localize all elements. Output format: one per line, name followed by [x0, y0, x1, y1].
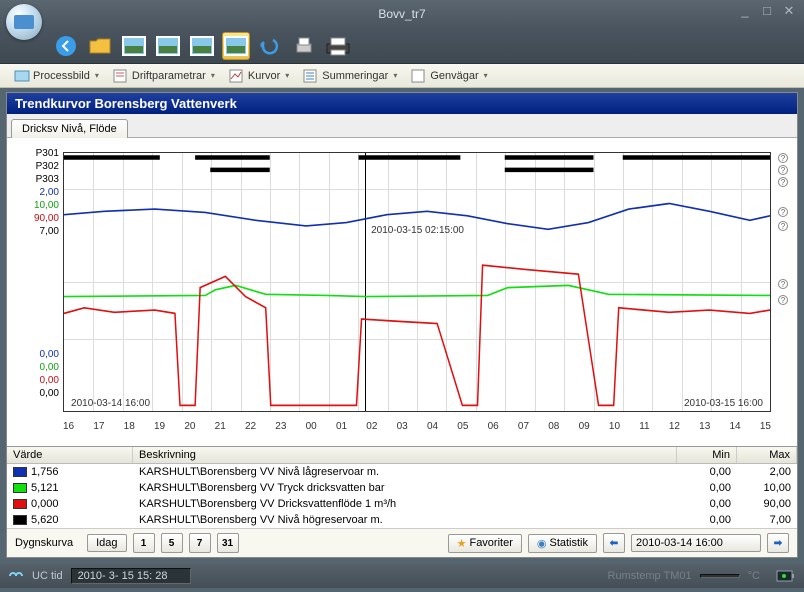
- help-icon[interactable]: ?: [778, 207, 788, 217]
- range-5-button[interactable]: 5: [161, 533, 183, 553]
- tab-dricksv[interactable]: Dricksv Nivå, Flöde: [11, 119, 128, 138]
- driftparametrar-icon: [113, 68, 129, 84]
- uc-tid-value: 2010- 3- 15 15: 28: [71, 568, 191, 584]
- open-folder-button[interactable]: [86, 32, 114, 60]
- dygnskurva-label: Dygnskurva: [15, 537, 73, 549]
- next-button[interactable]: ➡: [767, 533, 789, 553]
- menu-summeringar-label: Summeringar: [322, 70, 388, 82]
- menu-driftparametrar-label: Driftparametrar: [132, 70, 206, 82]
- statusbar: UC tid 2010- 3- 15 15: 28 Rumstemp TM01 …: [0, 564, 804, 588]
- uc-tid-label: UC tid: [32, 570, 63, 582]
- table-row[interactable]: 5,121KARSHULT\Borensberg VV Tryck dricks…: [7, 480, 797, 496]
- chart-plot: for(let i=1;i<24;i++)document.write('<di…: [63, 152, 771, 412]
- help-icon[interactable]: ?: [778, 177, 788, 187]
- image-view-4-button[interactable]: [222, 32, 250, 60]
- table-row[interactable]: 1,756KARSHULT\Borensberg VV Nivå lågrese…: [7, 464, 797, 480]
- prev-button[interactable]: ⬅: [603, 533, 625, 553]
- y-axis-labels: P301 P302 P303 2,00 10,00 90,00 7,00 0,0…: [13, 148, 59, 401]
- link-icon: [8, 569, 24, 583]
- menu-summeringar[interactable]: Summeringar▾: [297, 66, 403, 86]
- help-icon[interactable]: ?: [778, 165, 788, 175]
- data-table: Värde Beskrivning Min Max 1,756KARSHULT\…: [7, 446, 797, 528]
- genvagar-icon: [411, 68, 427, 84]
- th-min[interactable]: Min: [677, 447, 737, 463]
- x-axis-labels: 1617181920212223000102030405060708091011…: [63, 421, 771, 432]
- print-setup-button[interactable]: [290, 32, 318, 60]
- processbild-icon: [14, 68, 30, 84]
- range-7-button[interactable]: 7: [189, 533, 211, 553]
- titlebar: Bovv_tr7 _ □ ✕: [0, 0, 804, 28]
- menu-processbild[interactable]: Processbild▾: [8, 66, 105, 86]
- image-view-1-button[interactable]: [120, 32, 148, 60]
- summeringar-icon: [303, 68, 319, 84]
- image-view-2-button[interactable]: [154, 32, 182, 60]
- table-row[interactable]: 5,620KARSHULT\Borensberg VV Nivå högrese…: [7, 512, 797, 528]
- menu-genvagar-label: Genvägar: [430, 70, 478, 82]
- window-title: Bovv_tr7: [378, 7, 425, 21]
- range-1-button[interactable]: 1: [133, 533, 155, 553]
- undo-button[interactable]: [256, 32, 284, 60]
- rumstemp-unit: °C: [748, 570, 760, 582]
- battery-icon[interactable]: [776, 569, 796, 583]
- maximize-button[interactable]: □: [758, 4, 776, 20]
- menu-kurvor-label: Kurvor: [248, 70, 280, 82]
- menu-processbild-label: Processbild: [33, 70, 90, 82]
- rumstemp-label: Rumstemp TM01: [608, 570, 692, 582]
- panel-title: Trendkurvor Borensberg Vattenverk: [7, 93, 797, 114]
- th-max[interactable]: Max: [737, 447, 797, 463]
- help-icon[interactable]: ?: [778, 221, 788, 231]
- main-toolbar: [0, 28, 804, 64]
- menu-driftparametrar[interactable]: Driftparametrar▾: [107, 66, 221, 86]
- bottom-bar: Dygnskurva Idag 1 5 7 31 ★Favoriter ◉Sta…: [7, 528, 797, 557]
- menu-genvagar[interactable]: Genvägar▾: [405, 66, 493, 86]
- help-icon[interactable]: ?: [778, 279, 788, 289]
- back-button[interactable]: [52, 32, 80, 60]
- close-button[interactable]: ✕: [780, 4, 798, 20]
- help-icon[interactable]: ?: [778, 295, 788, 305]
- kurvor-icon: [229, 68, 245, 84]
- table-row[interactable]: 0,000KARSHULT\Borensberg VV Dricksvatten…: [7, 496, 797, 512]
- rumstemp-value: [700, 574, 740, 578]
- tab-strip: Dricksv Nivå, Flöde: [7, 114, 797, 138]
- statistik-button[interactable]: ◉Statistik: [528, 534, 597, 553]
- print-button[interactable]: [324, 32, 352, 60]
- minimize-button[interactable]: _: [736, 4, 754, 20]
- date-input[interactable]: [631, 534, 761, 552]
- content-panel: Trendkurvor Borensberg Vattenverk Dricks…: [6, 92, 798, 558]
- th-beskrivning[interactable]: Beskrivning: [133, 447, 677, 463]
- app-orb-button[interactable]: [6, 4, 42, 40]
- chart-area[interactable]: P301 P302 P303 2,00 10,00 90,00 7,00 0,0…: [7, 138, 797, 446]
- app-orb-icon: [14, 15, 34, 29]
- th-varde[interactable]: Värde: [7, 447, 133, 463]
- favoriter-button[interactable]: ★Favoriter: [448, 534, 522, 553]
- menubar: Processbild▾ Driftparametrar▾ Kurvor▾ Su…: [0, 64, 804, 88]
- image-view-3-button[interactable]: [188, 32, 216, 60]
- help-icon[interactable]: ?: [778, 153, 788, 163]
- idag-button[interactable]: Idag: [87, 534, 126, 552]
- range-31-button[interactable]: 31: [217, 533, 239, 553]
- menu-kurvor[interactable]: Kurvor▾: [223, 66, 295, 86]
